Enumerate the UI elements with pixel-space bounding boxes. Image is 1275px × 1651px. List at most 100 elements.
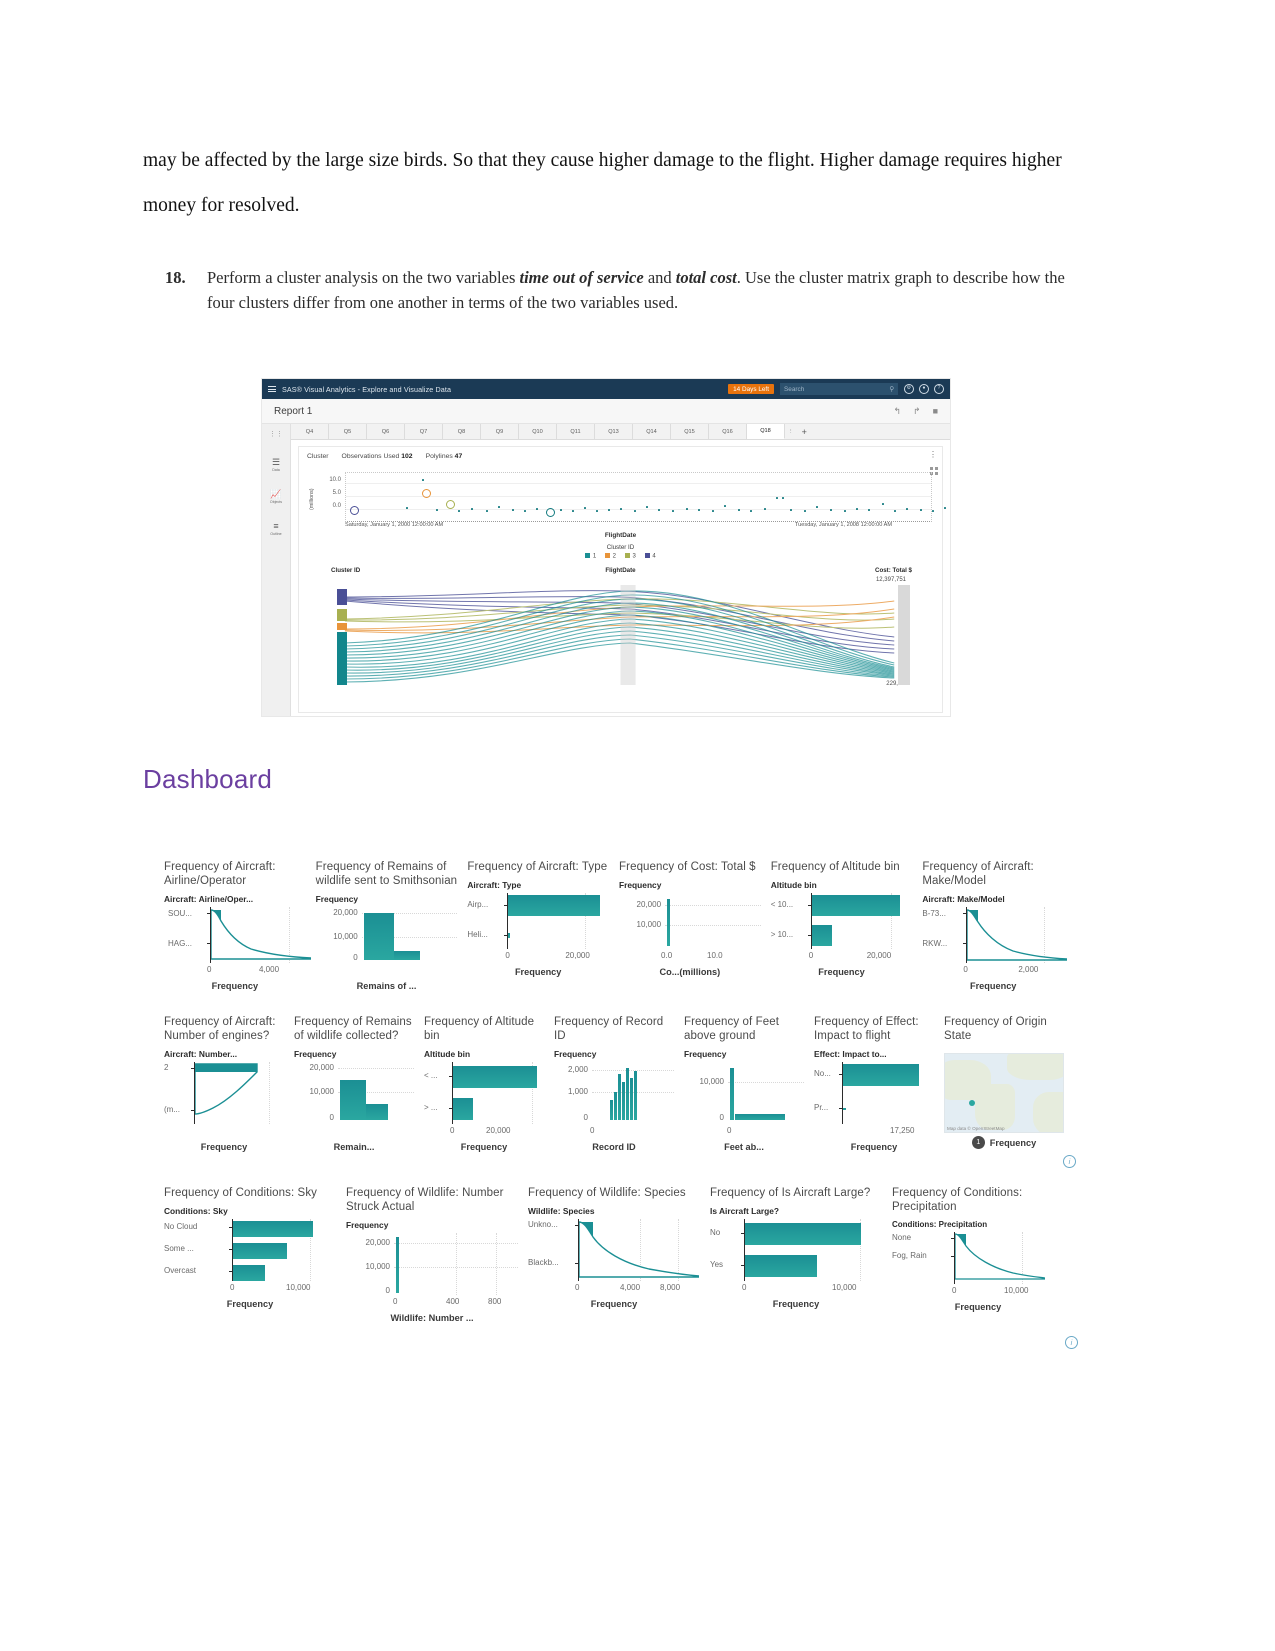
x-tick-labels: 17,250 [814, 1126, 934, 1138]
legend-item-1[interactable]: 1 [585, 553, 596, 560]
origin-state-map[interactable]: Map data © OpenStreetMap [944, 1053, 1064, 1133]
category-label: Some ... [164, 1244, 194, 1253]
card-effect-impact-to-flight[interactable]: Frequency of Effect: Impact to flight Ef… [810, 1015, 940, 1152]
legend-item-4[interactable]: 4 [644, 553, 656, 560]
chart-plot: No Yes [710, 1219, 882, 1281]
card-axis-label: Frequency [315, 894, 359, 904]
tab-q6[interactable]: Q6 [367, 424, 405, 439]
save-icon[interactable]: ■ [933, 406, 938, 417]
card-aircraft-number-engines[interactable]: Frequency of Aircraft: Number of engines… [160, 1015, 290, 1152]
card-record-id[interactable]: Frequency of Record ID Frequency 2,000 1… [550, 1015, 680, 1152]
tab-q5[interactable]: Q5 [329, 424, 367, 439]
user-icon[interactable]: ● [919, 384, 929, 394]
category-label: Overcast [164, 1266, 197, 1275]
card-title: Frequency of Conditions: Precipitation [892, 1187, 1023, 1213]
card-aircraft-airline-operator[interactable]: Frequency of Aircraft: Airline/Operator … [160, 860, 312, 991]
y-tick: 20,000 [636, 900, 662, 909]
undo-icon[interactable]: ↰ [893, 406, 901, 417]
legend-label: 2 [612, 553, 616, 560]
card-feet-above-ground[interactable]: Frequency of Feet above ground Frequency… [680, 1015, 810, 1152]
category-label: 2 [164, 1063, 169, 1072]
hamburger-menu-icon[interactable] [268, 384, 276, 393]
legend-item-2[interactable]: 2 [605, 553, 616, 560]
rail-item-data[interactable]: ☰ Data [272, 458, 280, 473]
tab-q10[interactable]: Q10 [519, 424, 557, 439]
category-label: HAG... [168, 939, 193, 948]
bar [453, 1098, 473, 1120]
card-remains-sent-smithsonian[interactable]: Frequency of Remains of wildlife sent to… [312, 860, 464, 991]
bar [233, 1221, 313, 1237]
card-axis-label: Frequency [619, 880, 662, 890]
observations-value: 102 [401, 453, 413, 460]
sas-body: ⋮⋮ ☰ Data 📈 Objects ≡ Outline Q4 Q5 Q6 Q… [262, 424, 950, 716]
sas-top-bar: SAS® Visual Analytics - Explore and Visu… [262, 379, 950, 399]
card-title: Frequency of Feet above ground [684, 1016, 780, 1042]
tab-q13[interactable]: Q13 [595, 424, 633, 439]
chart-plot: 2,000 1,000 0 [554, 1062, 674, 1124]
tab-q4[interactable]: Q4 [291, 424, 329, 439]
bar [363, 913, 394, 960]
scatter-x-axis-title: FlightDate [604, 532, 637, 539]
y-tick: 0.0 [332, 503, 341, 509]
dashboard-row-3: Frequency of Conditions: Sky Conditions:… [160, 1186, 1078, 1349]
cluster-marker-4 [350, 506, 359, 515]
x-axis-title: Frequency [590, 1299, 638, 1309]
card-cost-total[interactable]: Frequency of Cost: Total $ Frequency 20,… [615, 860, 767, 991]
bar [233, 1243, 287, 1259]
canvas-menu-icon[interactable]: ⋮ [929, 451, 937, 459]
card-wildlife-species[interactable]: Frequency of Wildlife: Species Wildlife:… [524, 1186, 706, 1323]
rail-item-objects[interactable]: 📈 Objects [270, 490, 282, 505]
x-tick: 10,000 [1004, 1286, 1029, 1295]
x-tick: 4,000 [259, 965, 280, 974]
tab-q18[interactable]: Q18 [747, 424, 785, 439]
tab-q8[interactable]: Q8 [443, 424, 481, 439]
tab-q11[interactable]: Q11 [557, 424, 595, 439]
card-aircraft-type[interactable]: Frequency of Aircraft: Type Aircraft: Ty… [463, 860, 615, 991]
card-title: Frequency of Remains of wildlife collect… [294, 1016, 412, 1042]
x-tick: 0 [952, 1286, 957, 1295]
bar [745, 1255, 817, 1277]
card-conditions-precipitation[interactable]: Frequency of Conditions: Precipitation C… [888, 1186, 1078, 1349]
category-label: > ... [424, 1103, 438, 1112]
pareto-shape [967, 909, 1068, 961]
rail-collapse-icon[interactable]: ⋮⋮ [269, 430, 283, 438]
tab-q9[interactable]: Q9 [481, 424, 519, 439]
search-input[interactable]: Search ⚲ [780, 383, 898, 395]
card-altitude-bin-row1[interactable]: Frequency of Altitude bin Altitude bin <… [767, 860, 919, 991]
category-label: Fog, Rain [892, 1251, 927, 1260]
card-axis-label: Conditions: Sky [164, 1206, 228, 1216]
x-tick-labels: 0 [554, 1126, 674, 1138]
add-tab-button[interactable]: + [797, 424, 812, 439]
chart-plot: B-73... RKW... [922, 907, 1068, 963]
tab-q7[interactable]: Q7 [405, 424, 443, 439]
y-tick: 10,000 [309, 1087, 334, 1096]
info-icon[interactable]: i [1063, 1155, 1076, 1168]
search-icon[interactable]: ⚲ [889, 385, 894, 393]
card-is-aircraft-large[interactable]: Frequency of Is Aircraft Large? Is Aircr… [706, 1186, 888, 1323]
card-remains-collected[interactable]: Frequency of Remains of wildlife collect… [290, 1015, 420, 1152]
card-wildlife-number-struck[interactable]: Frequency of Wildlife: Number Struck Act… [342, 1186, 524, 1323]
y-tick: 5.0 [332, 490, 341, 496]
category-label: (m... [164, 1105, 180, 1114]
tab-q16[interactable]: Q16 [709, 424, 747, 439]
legend-item-3[interactable]: 3 [625, 553, 636, 560]
card-aircraft-make-model[interactable]: Frequency of Aircraft: Make/Model Aircra… [918, 860, 1070, 991]
search-placeholder: Search [784, 385, 805, 393]
question-part-2: and [643, 268, 676, 287]
info-icon[interactable]: i [1065, 1336, 1078, 1349]
x-tick: 0 [207, 965, 212, 974]
tab-q14[interactable]: Q14 [633, 424, 671, 439]
card-conditions-sky[interactable]: Frequency of Conditions: Sky Conditions:… [160, 1186, 342, 1323]
settings-icon[interactable]: ⚙ [904, 384, 914, 394]
help-icon[interactable]: ? [934, 384, 944, 394]
tab-q15[interactable]: Q15 [671, 424, 709, 439]
x-axis-title: Remain... [333, 1142, 375, 1152]
card-altitude-bin-row2[interactable]: Frequency of Altitude bin Altitude bin <… [420, 1015, 550, 1152]
redo-icon[interactable]: ↱ [913, 406, 921, 417]
dashboard-row-2: Frequency of Aircraft: Number of engines… [160, 1015, 1076, 1168]
tab-overflow-icon[interactable]: ⋮ [785, 424, 797, 439]
cost-axis-block [898, 584, 910, 685]
rail-item-outline[interactable]: ≡ Outline [270, 522, 281, 537]
category-label: Yes [710, 1260, 724, 1269]
card-origin-state-map[interactable]: Frequency of Origin State Map data © Ope… [940, 1015, 1076, 1168]
